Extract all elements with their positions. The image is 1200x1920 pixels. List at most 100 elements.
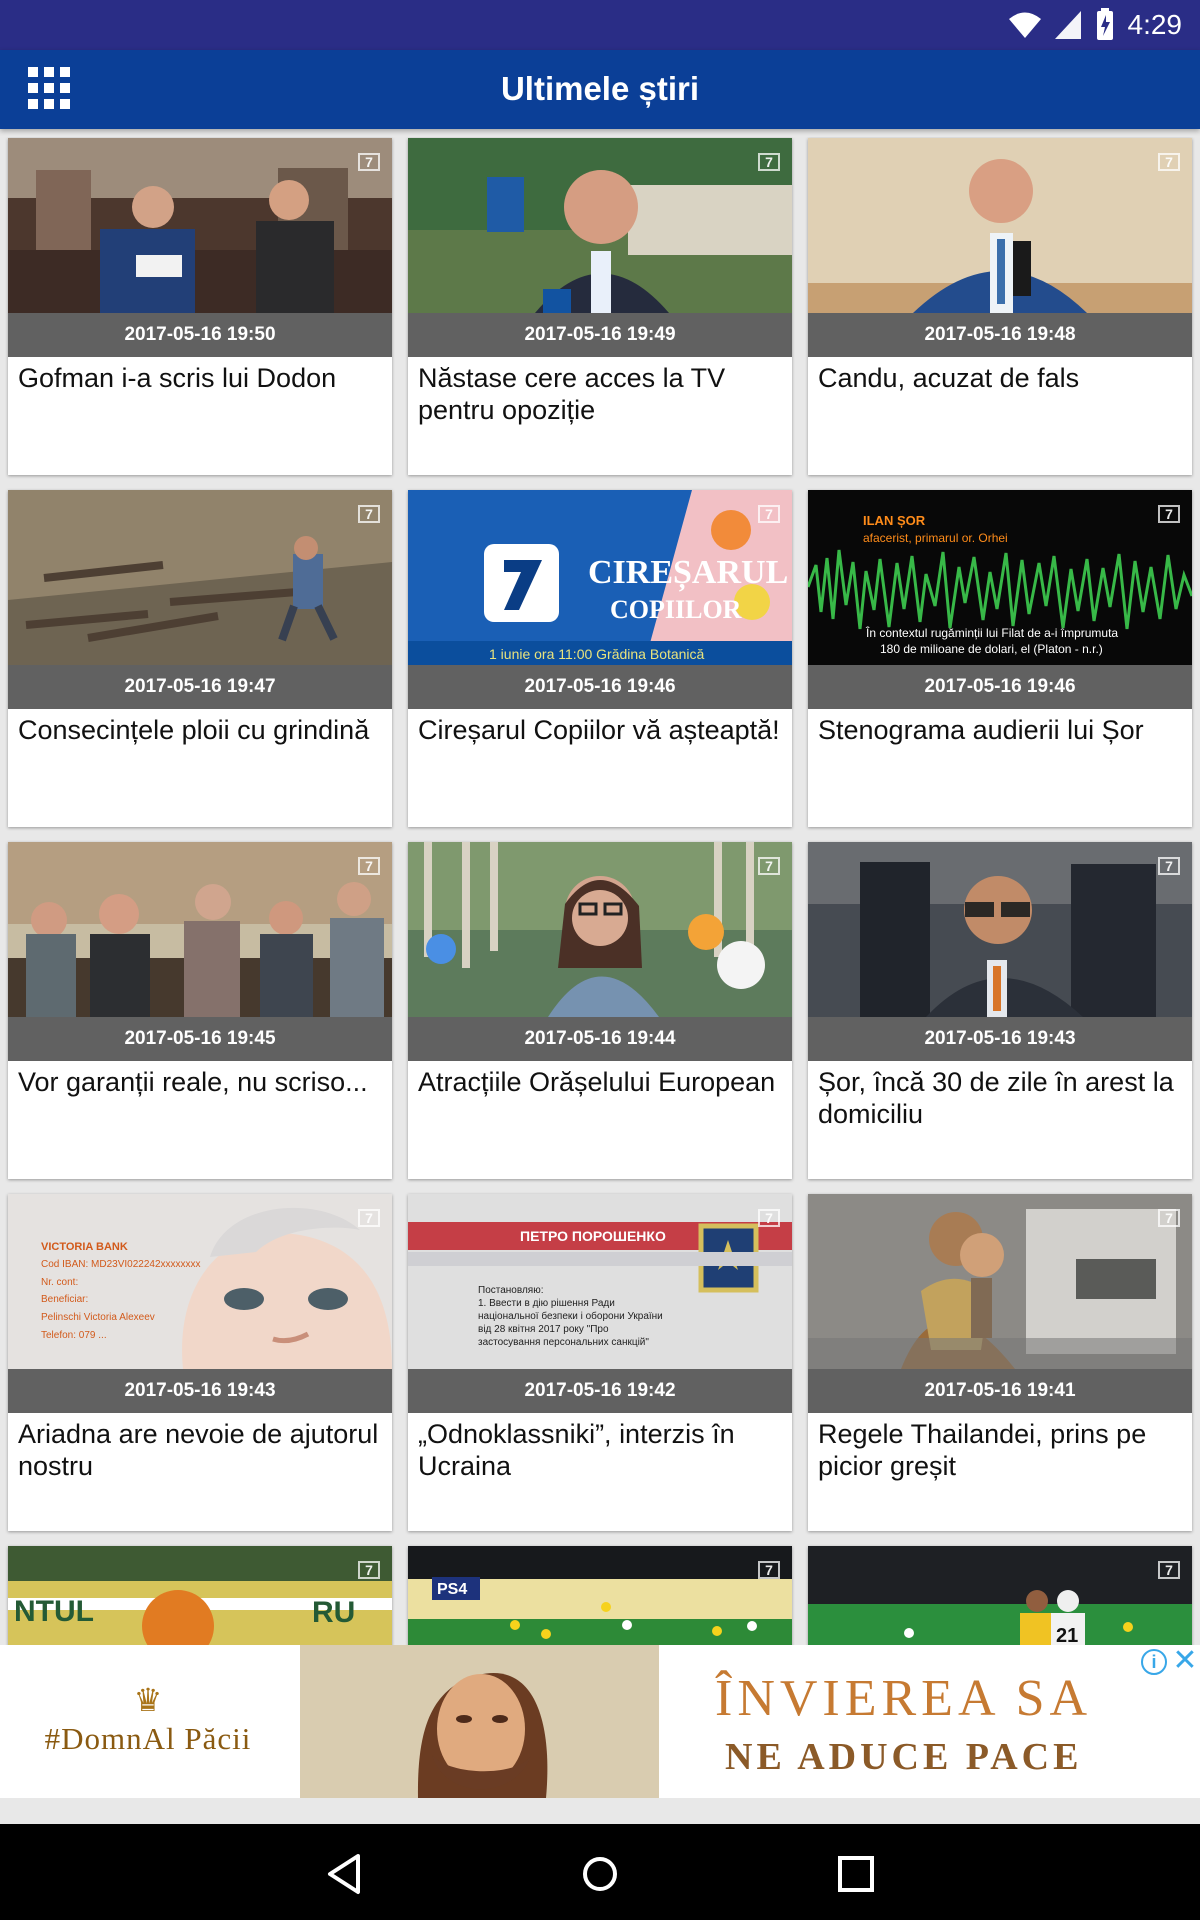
article-date: 2017-05-16 19:48 — [808, 313, 1192, 357]
news-grid: 7 2017-05-16 19:50 Gofman i-a scris lui … — [0, 137, 1200, 1645]
news-card-partial[interactable]: PS4 7 — [408, 1546, 792, 1645]
news-card[interactable]: 7 2017-05-16 19:50 Gofman i-a scris lui … — [8, 138, 392, 475]
svg-text:ПЕТРО ПОРОШЕНКО: ПЕТРО ПОРОШЕНКО — [520, 1228, 666, 1244]
news-thumbnail: 7 — [808, 1194, 1192, 1369]
status-bar: 4:29 — [0, 0, 1200, 50]
channel-logo-icon: 7 — [758, 153, 780, 171]
channel-logo-icon: 7 — [358, 1209, 380, 1227]
back-icon[interactable] — [318, 1846, 374, 1902]
article-title: Consecințele ploii cu grindină — [18, 715, 370, 745]
channel-logo-icon: 7 — [758, 1561, 780, 1579]
news-card[interactable]: 7 2017-05-16 19:41 Regele Thailandei, pr… — [808, 1194, 1192, 1531]
article-title: Vor garanții reale, nu scriso... — [18, 1067, 368, 1097]
channel-logo-icon: 7 — [1158, 857, 1180, 875]
svg-text:afacerist, primarul or. Orhei: afacerist, primarul or. Orhei — [863, 531, 1008, 545]
svg-text:Telefon: 079 ...: Telefon: 079 ... — [41, 1330, 107, 1341]
clock: 4:29 — [1127, 9, 1183, 40]
news-thumbnail: 7 — [8, 842, 392, 1017]
channel-logo-icon: 7 — [758, 505, 780, 523]
svg-text:Nr. cont:: Nr. cont: — [41, 1277, 78, 1288]
news-card[interactable]: 7 2017-05-16 19:44 Atracțiile Orășelului… — [408, 842, 792, 1179]
signal-icon — [1054, 11, 1081, 39]
recent-apps-icon[interactable] — [828, 1846, 884, 1902]
svg-text:Pelinschi Victoria Alexeev: Pelinschi Victoria Alexeev — [41, 1312, 155, 1323]
news-thumbnail: ПЕТРО ПОРОШЕНКО Постановляю: 1. Ввести в д… — [408, 1194, 792, 1369]
news-card[interactable]: VICTORIA BANK Cod IBAN: MD23VI022242xxxxx… — [8, 1194, 392, 1531]
svg-text:застосування персональних санк: застосування персональних санкцій" — [478, 1337, 649, 1348]
article-date: 2017-05-16 19:49 — [408, 313, 792, 357]
article-date: 2017-05-16 19:41 — [808, 1369, 1192, 1413]
article-date: 2017-05-16 19:43 — [8, 1369, 392, 1413]
news-card[interactable]: 7 2017-05-16 19:47 Consecințele ploii cu… — [8, 490, 392, 827]
ad-brand: #DomnAl Păcii — [44, 1721, 252, 1756]
advertisement-banner[interactable]: ♛ #DomnAl Păcii ÎNVIEREA SA NE ADUCE PAC… — [0, 1645, 1200, 1798]
article-date: 2017-05-16 19:43 — [808, 1017, 1192, 1061]
article-title: „Odnoklassniki”, interzis în Ucraina — [418, 1419, 735, 1481]
ad-image — [300, 1645, 659, 1798]
article-title: Atracțiile Orășelului European — [418, 1067, 776, 1097]
status-icons: 4:29 — [1008, 8, 1183, 42]
page-title: Ultimele știri — [500, 70, 700, 107]
ad-info-icon[interactable]: i — [1141, 1649, 1167, 1675]
news-thumbnail: CIREȘARUL COPIILOR 1 iunie ora 11:00 Grădi… — [408, 490, 792, 665]
news-card-partial[interactable]: 21 7 — [808, 1546, 1192, 1645]
article-date: 2017-05-16 19:47 — [8, 665, 392, 709]
news-card[interactable]: 7 2017-05-16 19:43 Șor, încă 30 de zile … — [808, 842, 1192, 1179]
svg-text:національної безпеки і оборони: національної безпеки і оборони України — [478, 1310, 663, 1322]
article-date: 2017-05-16 19:42 — [408, 1369, 792, 1413]
ad-headline: ÎNVIEREA SA — [715, 1670, 1093, 1727]
news-thumbnail: VICTORIA BANK Cod IBAN: MD23VI022242xxxxx… — [8, 1194, 392, 1369]
svg-text:PS4: PS4 — [437, 1581, 467, 1598]
ad-subline: NE ADUCE PACE — [725, 1736, 1083, 1778]
article-title: Ariadna are nevoie de ajutorul nostru — [18, 1419, 379, 1481]
article-title: Șor, încă 30 de zile în arest la domicil… — [818, 1067, 1174, 1129]
svg-text:від 28 квітня 2017 року "Про: від 28 квітня 2017 року "Про — [478, 1324, 609, 1335]
news-card[interactable]: 7 2017-05-16 19:49 Năstase cere acces la… — [408, 138, 792, 475]
news-card[interactable]: ILAN ȘOR afacerist, primarul or. Orhei În … — [808, 490, 1192, 827]
ad-close-icon[interactable]: ✕ — [1172, 1646, 1198, 1676]
article-date: 2017-05-16 19:46 — [808, 665, 1192, 709]
svg-text:1. Ввести в дію рішення Ради: 1. Ввести в дію рішення Ради — [478, 1298, 615, 1309]
svg-text:NTUL: NTUL — [14, 1595, 94, 1628]
channel-logo-icon: 7 — [758, 1209, 780, 1227]
news-thumbnail: PS4 7 — [408, 1546, 792, 1645]
svg-text:Cod IBAN: MD23VI022242xxxxxxxx: Cod IBAN: MD23VI022242xxxxxxxx — [41, 1259, 201, 1270]
news-card[interactable]: ПЕТРО ПОРОШЕНКО Постановляю: 1. Ввести в д… — [408, 1194, 792, 1531]
article-title: Gofman i-a scris lui Dodon — [18, 363, 337, 393]
article-title: Candu, acuzat de fals — [818, 363, 1080, 393]
news-thumbnail: 7 — [808, 138, 1192, 313]
channel-logo-icon: 7 — [1158, 153, 1180, 171]
ad-logo: ♛ #DomnAl Păcii — [28, 1683, 268, 1769]
article-date: 2017-05-16 19:45 — [8, 1017, 392, 1061]
crown-icon: ♛ — [133, 1682, 163, 1718]
svg-text:180 de milioane de dolari, el: 180 de milioane de dolari, el (Platon - … — [880, 642, 1103, 656]
news-card[interactable]: CIREȘARUL COPIILOR 1 iunie ora 11:00 Grădi… — [408, 490, 792, 827]
news-thumbnail: 7 — [808, 842, 1192, 1017]
news-card[interactable]: 7 2017-05-16 19:48 Candu, acuzat de fals — [808, 138, 1192, 475]
svg-text:Постановляю:: Постановляю: — [478, 1285, 543, 1296]
wifi-icon — [1008, 12, 1041, 38]
article-title: Năstase cere acces la TV pentru opoziție — [418, 363, 726, 425]
svg-text:RU: RU — [312, 1596, 355, 1629]
news-thumbnail: 7 — [8, 138, 392, 313]
channel-logo-icon: 7 — [1158, 1561, 1180, 1579]
news-thumbnail: 7 — [408, 138, 792, 313]
channel-logo-icon: 7 — [758, 857, 780, 875]
news-card[interactable]: 7 2017-05-16 19:45 Vor garanții reale, n… — [8, 842, 392, 1179]
article-date: 2017-05-16 19:46 — [408, 665, 792, 709]
channel-logo-icon: 7 — [358, 505, 380, 523]
battery-charging-icon — [1096, 8, 1113, 40]
article-date: 2017-05-16 19:44 — [408, 1017, 792, 1061]
svg-text:În contextul rugăminții lui Fi: În contextul rugăminții lui Filat de a-i… — [865, 625, 1118, 640]
svg-text:1 iunie ora 11:00 Grădina Bota: 1 iunie ora 11:00 Grădina Botanică — [489, 646, 705, 662]
news-card-partial[interactable]: NTUL RU 7 — [8, 1546, 392, 1645]
svg-text:ILAN ȘOR: ILAN ȘOR — [863, 513, 926, 528]
channel-logo-icon: 7 — [1158, 1209, 1180, 1227]
svg-text:Beneficiar:: Beneficiar: — [41, 1294, 88, 1305]
news-thumbnail: ILAN ȘOR afacerist, primarul or. Orhei În … — [808, 490, 1192, 665]
news-thumbnail: 21 7 — [808, 1546, 1192, 1645]
app-bar: Ultimele știri — [0, 50, 1200, 129]
svg-text:CIREȘARUL: CIREȘARUL — [588, 554, 788, 592]
article-title: Regele Thailandei, prins pe picior greși… — [818, 1419, 1147, 1481]
home-icon[interactable] — [572, 1846, 628, 1902]
